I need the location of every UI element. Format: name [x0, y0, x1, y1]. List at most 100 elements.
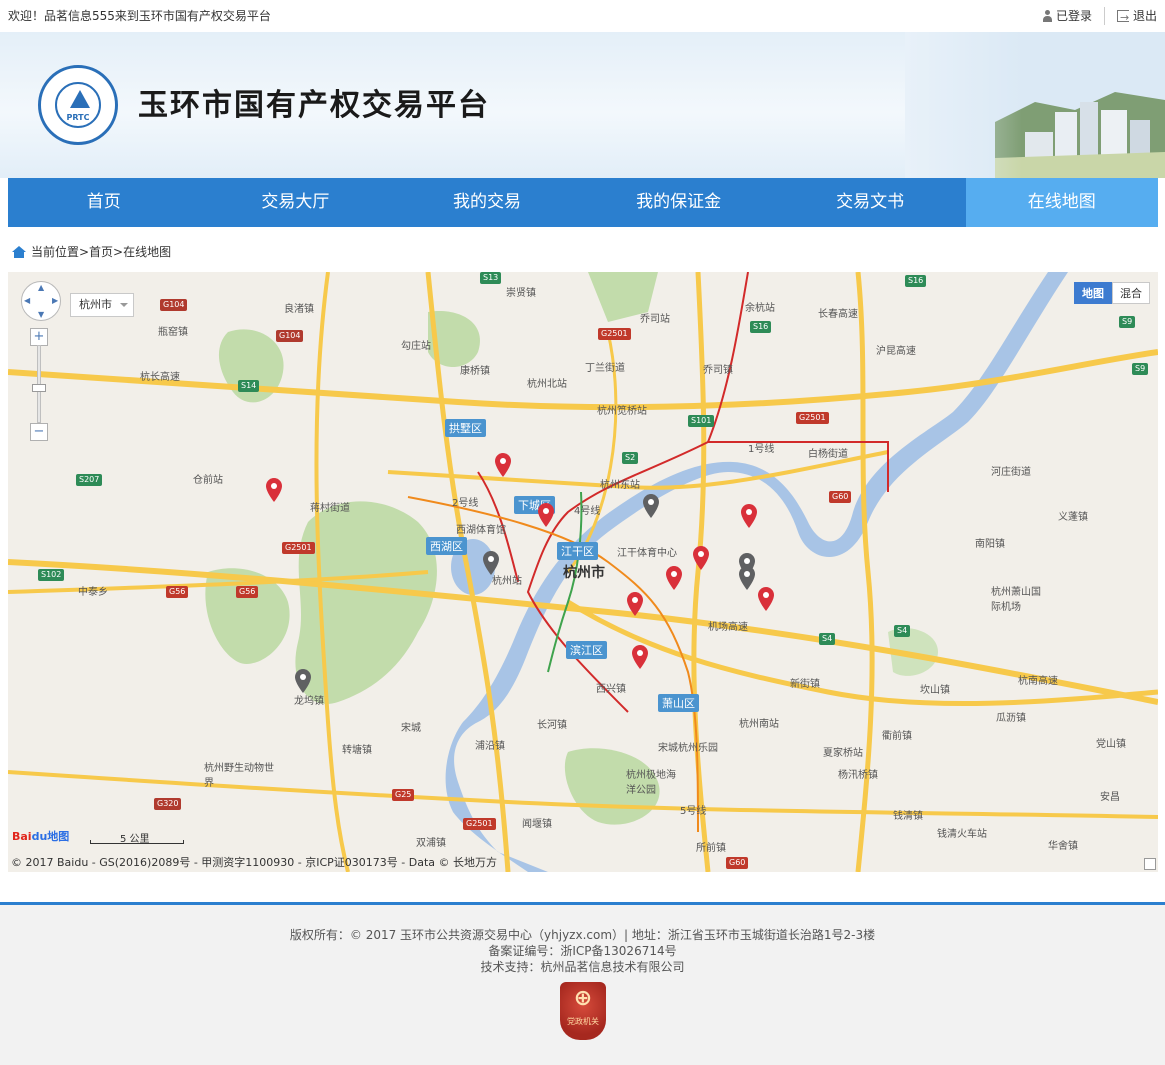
place-label: 机场高速: [708, 622, 748, 633]
pan-right-icon[interactable]: ▶: [52, 296, 58, 305]
road-shield: G320: [154, 798, 182, 810]
district-label[interactable]: 江干区: [557, 542, 598, 560]
place-label: 乔司镇: [703, 365, 733, 376]
road-shield: S2: [622, 452, 639, 464]
place-label: 西兴镇: [596, 684, 626, 695]
user-icon: [1042, 10, 1053, 22]
road-shield: S9: [1119, 316, 1136, 328]
nav-item-online-map[interactable]: 在线地图: [965, 178, 1158, 227]
nav-item-trading-hall[interactable]: 交易大厅: [200, 178, 392, 227]
breadcrumb: 当前位置>首页>在线地图: [12, 242, 171, 262]
district-label[interactable]: 萧山区: [658, 694, 699, 712]
map-marker-red[interactable]: [632, 645, 648, 669]
nav-item-my-deposit[interactable]: 我的保证金: [583, 178, 775, 227]
party-government-badge[interactable]: ⊕ 党政机关: [560, 982, 606, 1040]
expand-icon[interactable]: [1144, 858, 1156, 870]
online-map[interactable]: 拱墅区 下城区 西湖区 江干区 滨江区 萧山区 杭州市 崇贤镇 良渚镇 瓶窑镇 …: [8, 272, 1158, 872]
map-marker-red[interactable]: [741, 504, 757, 528]
place-label: 杭州南站: [739, 719, 779, 730]
place-label: 仓前站: [193, 475, 223, 486]
chevron-down-icon: [120, 303, 128, 307]
main-nav: 首页 交易大厅 我的交易 我的保证金 交易文书 在线地图: [8, 178, 1158, 227]
place-label: 杭州北站: [527, 379, 567, 390]
map-marker-gray[interactable]: [295, 669, 311, 693]
map-marker-red[interactable]: [266, 478, 282, 502]
road-shield: G60: [726, 857, 749, 869]
place-label: 转塘镇: [342, 745, 372, 756]
road-shield: G25: [392, 789, 415, 801]
road-shield: S9: [1132, 363, 1149, 375]
place-label: 瓜沥镇: [996, 713, 1026, 724]
place-label: 坎山镇: [920, 685, 950, 696]
district-label[interactable]: 滨江区: [566, 641, 607, 659]
user-links: 已登录 退出: [1042, 0, 1157, 34]
place-label: 白杨街道: [808, 449, 848, 460]
topbar-divider: [1103, 7, 1105, 25]
map-marker-gray[interactable]: [739, 566, 755, 590]
map-marker-gray[interactable]: [643, 494, 659, 518]
place-label: 杭州极地海洋公园: [626, 770, 676, 796]
place-label: 衢前镇: [882, 731, 912, 742]
place-label: 钱清火车站: [937, 829, 987, 840]
place-label: 杨汛桥镇: [838, 770, 878, 781]
pan-up-icon[interactable]: ▲: [38, 283, 44, 292]
zoom-in-button[interactable]: +: [30, 328, 48, 346]
place-label: 宋城杭州乐园: [658, 743, 718, 754]
place-label: 义蓬镇: [1058, 512, 1088, 523]
district-label[interactable]: 西湖区: [426, 537, 467, 555]
place-label: 安昌: [1100, 792, 1120, 803]
map-marker-red[interactable]: [666, 566, 682, 590]
logout-label: 退出: [1132, 9, 1157, 23]
map-type-hybrid-button[interactable]: 混合: [1112, 282, 1150, 304]
place-label: 丁兰街道: [585, 363, 625, 374]
district-label[interactable]: 拱墅区: [445, 419, 486, 437]
place-label: 宋城: [401, 723, 421, 734]
nav-item-home[interactable]: 首页: [8, 178, 200, 227]
zoom-out-button[interactable]: −: [30, 423, 48, 441]
metro-label: 2号线: [452, 498, 479, 509]
footer-tech-support: 技术支持：杭州品茗信息技术有限公司: [480, 960, 685, 974]
place-label: 杭州笕桥站: [597, 406, 647, 417]
zoom-slider-handle[interactable]: [32, 384, 46, 392]
site-title: 玉环市国有产权交易平台: [138, 88, 490, 123]
map-marker-gray[interactable]: [483, 551, 499, 575]
road-label: 杭南高速: [1018, 676, 1058, 687]
place-label: 勾庄站: [401, 341, 431, 352]
road-shield: G104: [160, 299, 188, 311]
place-label: 所前镇: [696, 843, 726, 854]
logout-icon: [1116, 2, 1129, 34]
breadcrumb-text: 当前位置>首页>在线地图: [31, 245, 172, 259]
map-copyright: © 2017 Baidu - GS(2016)2089号 - 甲测资字11009…: [11, 856, 498, 869]
map-scale-bar: 5 公里: [90, 832, 184, 845]
pan-left-icon[interactable]: ◀: [24, 296, 30, 305]
nav-item-trade-documents[interactable]: 交易文书: [774, 178, 966, 227]
road-shield: G2501: [796, 412, 829, 424]
map-marker-red[interactable]: [758, 587, 774, 611]
map-marker-red[interactable]: [495, 453, 511, 477]
nav-item-my-trades[interactable]: 我的交易: [391, 178, 583, 227]
map-marker-red[interactable]: [693, 546, 709, 570]
road-shield: G2501: [598, 328, 631, 340]
place-label: 乔司站: [640, 314, 670, 325]
map-pan-control[interactable]: ▲ ▼ ◀ ▶: [21, 281, 61, 321]
header-banner: PRTC 玉环市国有产权交易平台: [0, 32, 1165, 178]
map-marker-red[interactable]: [538, 503, 554, 527]
road-shield: G56: [166, 586, 189, 598]
road-shield: S13: [480, 272, 502, 284]
road-shield: S16: [750, 321, 772, 333]
logout-link[interactable]: 退出: [1116, 0, 1157, 34]
place-label: 南阳镇: [975, 539, 1005, 550]
city-select-dropdown[interactable]: 杭州市: [70, 293, 134, 317]
place-label: 西湖体育馆: [456, 525, 506, 536]
map-marker-red[interactable]: [627, 592, 643, 616]
place-label: 双浦镇: [416, 838, 446, 849]
road-shield: S4: [894, 625, 911, 637]
metro-label: 5号线: [680, 806, 707, 817]
login-status-link[interactable]: 已登录: [1042, 0, 1092, 32]
place-label: 崇贤镇: [506, 288, 536, 299]
road-label: 杭长高速: [140, 372, 180, 383]
place-label: 余杭站: [745, 303, 775, 314]
pan-down-icon[interactable]: ▼: [38, 310, 44, 319]
road-shield: G56: [236, 586, 259, 598]
map-type-map-button[interactable]: 地图: [1074, 282, 1112, 304]
